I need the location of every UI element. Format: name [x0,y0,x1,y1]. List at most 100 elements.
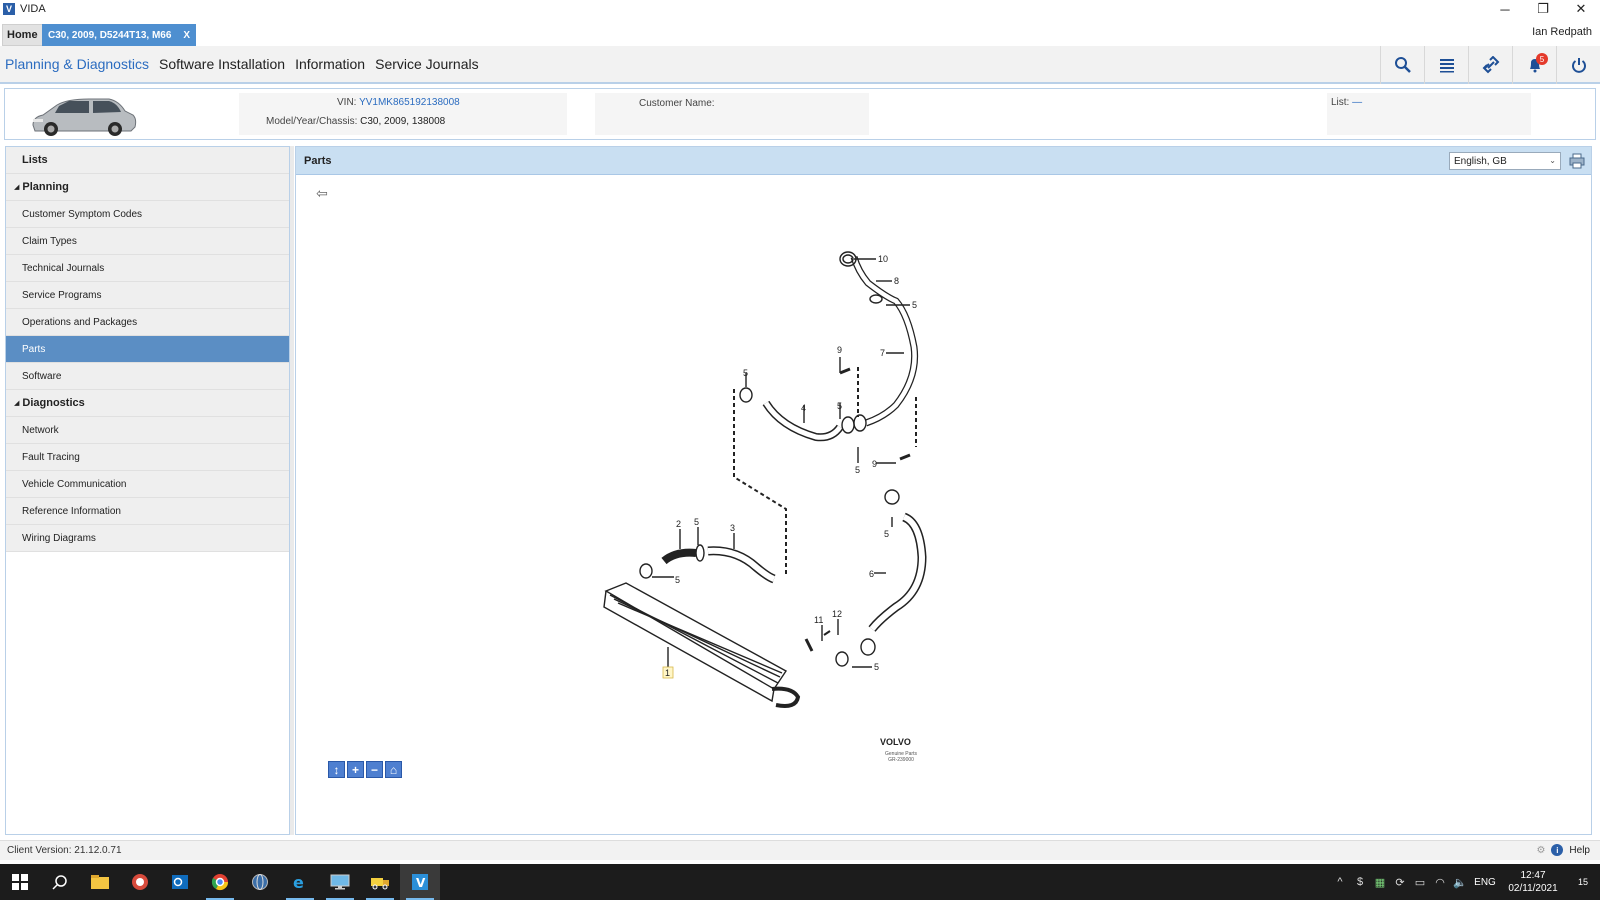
app-button[interactable] [120,864,160,900]
toolbar: 5 [1380,46,1600,84]
window-controls: ─ ❐ ✕ [1486,0,1600,18]
vin-value[interactable]: YV1MK865192138008 [359,97,460,108]
start-button[interactable] [0,864,40,900]
status-bar: Client Version: 21.12.0.71 ⚙ i Help [0,840,1600,860]
diagram-ref: GR-239000 [888,757,914,763]
sidebar-item-vehicle-communication[interactable]: Vehicle Communication [6,471,289,498]
pan-button[interactable]: ↕ [328,761,345,778]
nav-service-journals[interactable]: Service Journals [370,56,484,72]
callout-5: 5 [694,517,699,527]
sidebar-item-technical-journals[interactable]: Technical Journals [6,255,289,282]
zoom-home-button[interactable]: ⌂ [385,761,402,778]
status-right: ⚙ i Help [1536,844,1590,856]
list-label: List: [1331,97,1350,108]
language-select[interactable]: English, GB ⌄ [1449,152,1561,170]
network-icon: ⚙ [1536,844,1546,856]
ie-icon: e [293,873,304,891]
app-tray-icon[interactable]: ▦ [1370,876,1390,889]
sidebar-section-label: Diagnostics [22,397,85,409]
app3-button[interactable] [360,864,400,900]
svg-text:V: V [416,876,426,890]
sidebar-item-network[interactable]: Network [6,417,289,444]
sidebar-item-fault-tracing[interactable]: Fault Tracing [6,444,289,471]
language-indicator[interactable]: ENG [1470,877,1500,888]
outlook-button[interactable] [160,864,200,900]
battery-icon[interactable]: ▭ [1410,876,1430,889]
close-button[interactable]: ✕ [1562,0,1600,18]
sidebar-section-planning[interactable]: ◢ Planning [6,174,289,201]
tab-vehicle[interactable]: C30, 2009, D5244T13, M66 X [42,24,197,46]
panel-splitter[interactable] [290,146,294,835]
tab-close-button[interactable]: X [183,30,190,41]
dollar-icon[interactable]: $ [1350,876,1370,888]
sidebar-item-customer-symptom-codes[interactable]: Customer Symptom Codes [6,201,289,228]
parts-diagram[interactable]: 10 8 5 7 9 5 4 5 5 9 5 2 5 3 5 6 11 12 1… [596,227,956,747]
list-value[interactable]: — [1352,97,1362,108]
sidebar-section-diagnostics[interactable]: ◢ Diagnostics [6,390,289,417]
zoom-in-button[interactable]: + [347,761,364,778]
callout-5: 5 [675,575,680,585]
volume-icon[interactable]: 🔈 [1450,876,1470,889]
app2-button[interactable] [240,864,280,900]
callout-10: 10 [878,254,888,264]
search-button[interactable] [1380,46,1424,84]
connection-button[interactable] [1468,46,1512,84]
file-explorer-button[interactable] [80,864,120,900]
sidebar-item-parts[interactable]: Parts [6,336,289,363]
callout-4: 4 [801,403,806,413]
sidebar-item-lists[interactable]: Lists [6,147,289,174]
sidebar-item-wiring-diagrams[interactable]: Wiring Diagrams [6,525,289,552]
model-value: C30, 2009, 138008 [360,116,446,127]
restore-button[interactable]: ❐ [1524,0,1562,18]
callout-8: 8 [894,276,899,286]
callout-5: 5 [855,465,860,475]
minimize-button[interactable]: ─ [1486,0,1524,18]
system-tray: ^ $ ▦ ⟳ ▭ ◠ 🔈 ENG 12:47 02/11/2021 15 [1330,864,1600,900]
truck-icon [371,878,389,890]
zoom-out-button[interactable]: − [366,761,383,778]
back-arrow-icon[interactable]: ⇦ [316,185,328,202]
sidebar-section-label: Planning [22,181,69,193]
sidebar-item-claim-types[interactable]: Claim Types [6,228,289,255]
wifi-icon[interactable]: ◠ [1430,876,1450,889]
vin-label: VIN: [337,97,357,108]
sidebar-item-service-programs[interactable]: Service Programs [6,282,289,309]
clock[interactable]: 12:47 02/11/2021 [1500,869,1566,895]
customer-box: Customer Name: [595,93,869,135]
notifications-button[interactable]: 5 [1512,46,1556,84]
nav-information[interactable]: Information [290,56,370,72]
sidebar-item-operations-packages[interactable]: Operations and Packages [6,309,289,336]
callout-3: 3 [730,523,735,533]
chrome-icon [211,874,229,891]
edge-button[interactable]: e [280,864,320,900]
print-icon[interactable] [1569,153,1585,169]
list-menu-button[interactable] [1424,46,1468,84]
nav-planning-diagnostics[interactable]: Planning & Diagnostics [0,56,154,72]
clock-time: 12:47 [1520,870,1546,881]
help-link[interactable]: Help [1569,845,1590,856]
sidebar-item-reference-information[interactable]: Reference Information [6,498,289,525]
chrome-button[interactable] [200,864,240,900]
clock-date: 02/11/2021 [1508,883,1558,894]
callout-12: 12 [832,609,842,619]
vida-logo-icon: V [3,3,15,15]
sidebar-item-software[interactable]: Software [6,363,289,390]
remote-desktop-button[interactable] [320,864,360,900]
tab-home[interactable]: Home [2,24,43,46]
nav-software-installation[interactable]: Software Installation [154,56,290,72]
callout-9: 9 [837,345,842,355]
model-label: Model/Year/Chassis: [266,116,358,127]
car-image [32,98,137,136]
title-bar: V VIDA ─ ❐ ✕ [0,0,1600,18]
sync-icon[interactable]: ⟳ [1390,876,1410,889]
callout-2: 2 [676,519,681,529]
notification-center-icon[interactable]: 15 [1566,877,1600,887]
search-icon [52,875,67,890]
chevron-up-icon[interactable]: ^ [1330,876,1350,888]
window-title: VIDA [20,3,46,15]
vida-taskbar-button[interactable]: V [400,864,440,900]
folder-icon [91,875,109,889]
callout-5: 5 [884,529,889,539]
search-taskbar-button[interactable] [40,864,80,900]
power-button[interactable] [1556,46,1600,84]
